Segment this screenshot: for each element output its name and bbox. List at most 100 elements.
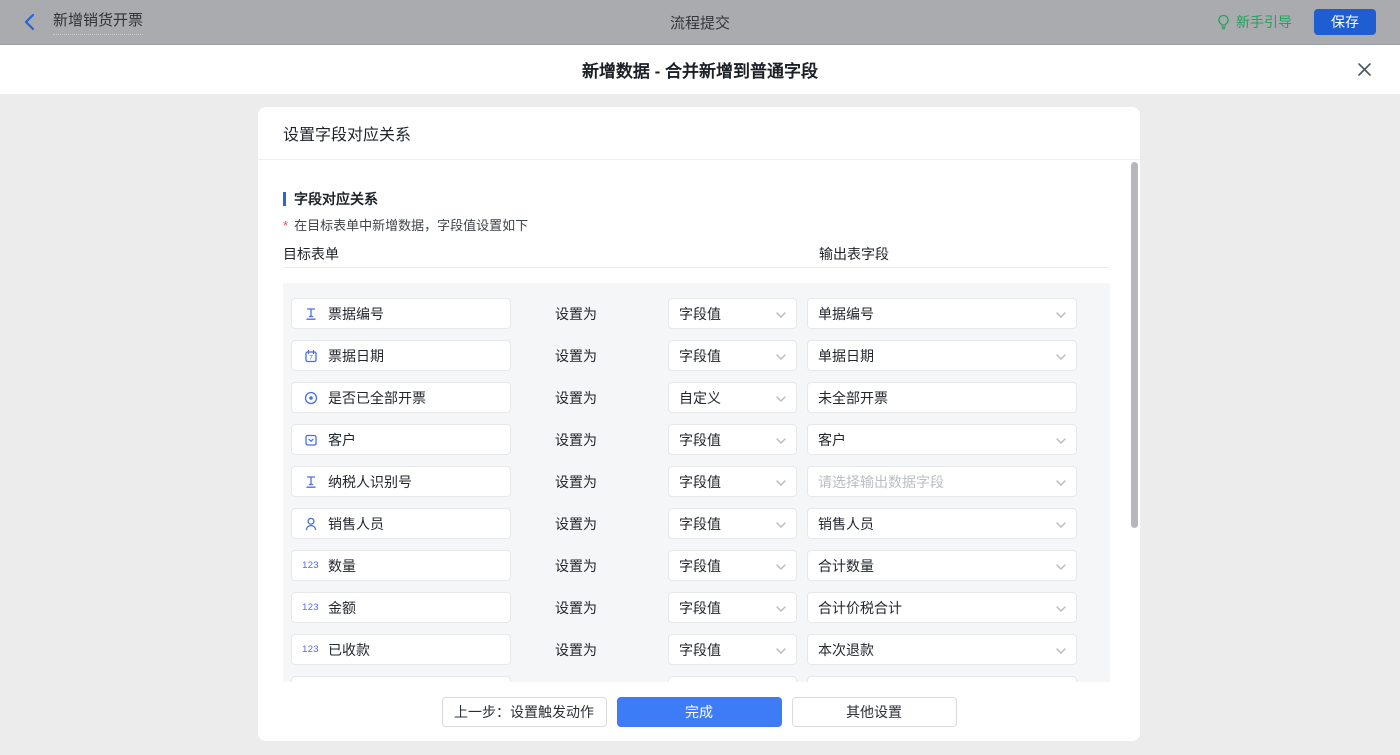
target-field[interactable]: 票据编号 <box>291 298 511 329</box>
mode-value: 自定义 <box>679 388 721 408</box>
chevron-down-icon <box>776 306 786 322</box>
target-field[interactable]: 123 已收款 <box>291 634 511 665</box>
target-field-label: 销售人员 <box>328 514 384 534</box>
mode-value: 字段值 <box>679 556 721 576</box>
chevron-down-icon <box>1056 432 1066 448</box>
output-select[interactable]: 合计数量 <box>807 550 1077 581</box>
output-select[interactable]: 请选择输出数据字段 <box>807 466 1077 497</box>
set-as-label: 设置为 <box>555 304 597 324</box>
mode-value: 字段值 <box>679 430 721 450</box>
column-header-output-fields: 输出表字段 <box>819 244 889 264</box>
select-icon <box>302 432 319 448</box>
chevron-down-icon <box>776 600 786 616</box>
target-field-label: 数量 <box>328 556 356 576</box>
target-field[interactable]: 123 金额 <box>291 592 511 623</box>
beginner-guide-label: 新手引导 <box>1236 12 1292 32</box>
other-settings-button[interactable]: 其他设置 <box>792 697 957 727</box>
number-icon: 123 <box>302 560 319 571</box>
chevron-down-icon <box>1056 306 1066 322</box>
set-as-label: 设置为 <box>555 388 597 408</box>
chevron-down-icon <box>1056 642 1066 658</box>
target-field[interactable]: 7 票据日期 <box>291 340 511 371</box>
mapping-row: 纳税人识别号 设置为 字段值 请选择输出数据字段 <box>291 466 1110 497</box>
close-icon[interactable] <box>1354 60 1374 80</box>
chevron-down-icon <box>776 390 786 406</box>
mode-value: 字段值 <box>679 472 721 492</box>
output-value: 单据日期 <box>818 346 874 366</box>
mapping-rows-panel: 票据编号 设置为 字段值 单据编号 7 票据日期 <box>283 283 1110 682</box>
output-select[interactable]: 单据编号 <box>807 298 1077 329</box>
flow-name[interactable]: 新增销货开票 <box>53 9 143 35</box>
number-icon: 123 <box>302 602 319 613</box>
done-button[interactable]: 完成 <box>617 697 782 727</box>
mode-select[interactable]: 字段值 <box>668 634 797 665</box>
mode-value: 字段值 <box>679 598 721 618</box>
text-icon <box>302 306 319 322</box>
chevron-down-icon <box>776 348 786 364</box>
output-value: 合计数量 <box>818 556 874 576</box>
back-icon[interactable] <box>24 13 35 31</box>
svg-text:7: 7 <box>309 354 313 361</box>
chevron-down-icon <box>1056 600 1066 616</box>
save-button[interactable]: 保存 <box>1314 9 1376 35</box>
chevron-down-icon <box>776 474 786 490</box>
beginner-guide-link[interactable]: 新手引导 <box>1216 12 1292 32</box>
output-select[interactable]: 单据日期 <box>807 340 1077 371</box>
target-field[interactable]: 纳税人识别号 <box>291 466 511 497</box>
set-as-label: 设置为 <box>555 514 597 534</box>
mode-value: 字段值 <box>679 346 721 366</box>
target-field[interactable]: 123 数量 <box>291 550 511 581</box>
mapping-row: 7 票据日期 设置为 字段值 单据日期 <box>291 340 1110 371</box>
section-accent-bar <box>283 192 286 206</box>
chevron-down-icon <box>776 432 786 448</box>
chevron-down-icon <box>1056 516 1066 532</box>
output-select[interactable]: 销售人员 <box>807 508 1077 539</box>
mode-select[interactable]: 自定义 <box>668 382 797 413</box>
output-select[interactable]: 客户 <box>807 424 1077 455</box>
mapping-row: 123 数量 设置为 字段值 合计数量 <box>291 550 1110 581</box>
section-title-label: 字段对应关系 <box>294 189 378 209</box>
mode-select[interactable]: 字段值 <box>668 340 797 371</box>
vertical-scrollbar[interactable] <box>1131 162 1138 528</box>
mode-select[interactable]: 字段值 <box>668 424 797 455</box>
target-field[interactable]: 是否已全部开票 <box>291 382 511 413</box>
output-select[interactable]: 合计价税合计 <box>807 592 1077 623</box>
mapping-row: 是否已全部开票 设置为 自定义 未全部开票 <box>291 382 1110 413</box>
output-value: 单据编号 <box>818 304 874 324</box>
output-value: 合计价税合计 <box>818 598 902 618</box>
chevron-down-icon <box>776 642 786 658</box>
mapping-row: 123 已收款 设置为 字段值 本次退款 <box>291 634 1110 665</box>
output-value: 未全部开票 <box>818 388 888 408</box>
mode-select[interactable]: 字段值 <box>668 508 797 539</box>
mapping-row: 123 金额 设置为 字段值 合计价税合计 <box>291 592 1110 623</box>
process-submit-title: 流程提交 <box>670 12 730 33</box>
set-as-label: 设置为 <box>555 598 597 618</box>
column-headers: 目标表单 输出表字段 <box>258 244 1140 262</box>
modal-title: 新增数据 - 合并新增到普通字段 <box>582 57 818 82</box>
card-footer: 上一步：设置触发动作 完成 其他设置 <box>258 682 1140 741</box>
field-mapping-card: 设置字段对应关系 字段对应关系 *在目标表单中新增数据，字段值设置如下 目标表单… <box>258 107 1140 741</box>
required-note: *在目标表单中新增数据，字段值设置如下 <box>283 215 528 234</box>
mode-select[interactable]: 字段值 <box>668 298 797 329</box>
mode-select[interactable]: 字段值 <box>668 550 797 581</box>
previous-step-button[interactable]: 上一步：设置触发动作 <box>442 697 607 727</box>
date-icon: 7 <box>302 348 319 364</box>
target-field-label: 是否已全部开票 <box>328 388 426 408</box>
chevron-down-icon <box>1056 348 1066 364</box>
mapping-row: 销售人员 设置为 字段值 销售人员 <box>291 508 1110 539</box>
mode-value: 字段值 <box>679 640 721 660</box>
set-as-label: 设置为 <box>555 346 597 366</box>
target-field[interactable]: 销售人员 <box>291 508 511 539</box>
mode-select[interactable]: 字段值 <box>668 592 797 623</box>
target-field[interactable]: 客户 <box>291 424 511 455</box>
output-value: 本次退款 <box>818 640 874 660</box>
output-text-input[interactable]: 未全部开票 <box>807 382 1077 413</box>
target-field-label: 纳税人识别号 <box>328 472 412 492</box>
required-note-text: 在目标表单中新增数据，字段值设置如下 <box>294 218 528 233</box>
card-header: 设置字段对应关系 <box>258 107 1140 160</box>
mode-select[interactable]: 字段值 <box>668 466 797 497</box>
output-select[interactable]: 本次退款 <box>807 634 1077 665</box>
text-icon <box>302 474 319 490</box>
page-background: 设置字段对应关系 字段对应关系 *在目标表单中新增数据，字段值设置如下 目标表单… <box>0 95 1400 755</box>
header-divider <box>283 267 1110 268</box>
